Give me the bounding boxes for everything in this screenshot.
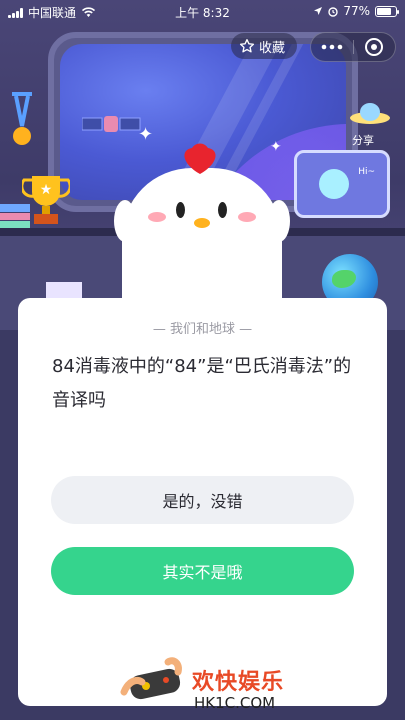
chicken-comb <box>184 143 216 174</box>
more-dots-icon <box>321 44 343 50</box>
answer-option-no[interactable]: 其实不是哦 <box>51 547 354 595</box>
mini-program-capsule <box>310 32 396 62</box>
answer-option-yes[interactable]: 是的，没错 <box>51 476 354 524</box>
close-circle-icon <box>365 38 384 56</box>
alien-character <box>319 169 349 199</box>
satellite-icon <box>82 116 141 132</box>
medal-icon <box>12 92 32 145</box>
location-arrow-icon <box>314 7 323 15</box>
monitor-text: Hi~ <box>358 167 375 177</box>
game-controller-hands-icon <box>120 657 182 700</box>
star-outline-icon <box>239 39 255 53</box>
chicken-cheek-left <box>148 212 166 222</box>
favorite-label: 收藏 <box>259 40 286 56</box>
battery-percent: 77% <box>343 4 370 18</box>
share-button[interactable]: 分享 <box>352 132 374 148</box>
chicken-cheek-right <box>238 212 256 222</box>
chicken-wing-right <box>268 200 290 242</box>
watermark-title: 欢快娱乐 <box>192 670 285 695</box>
chicken-eye-right <box>218 202 227 218</box>
battery-icon <box>375 5 399 17</box>
alarm-icon <box>328 6 339 17</box>
ufo-icon <box>350 103 390 124</box>
battery-level <box>377 7 391 15</box>
watermark-url: HK1C.COM <box>194 694 276 712</box>
watermark: 欢快娱乐 HK1C.COM <box>118 640 318 720</box>
chicken-eye-left <box>176 202 185 218</box>
more-button[interactable] <box>311 33 353 61</box>
question-text: 84消毒液中的“84”是“巴氏消毒法”的音译吗 <box>52 356 352 411</box>
close-mini-program-button[interactable] <box>354 33 396 61</box>
svg-text:★: ★ <box>40 182 53 198</box>
status-bar: 中国联通 上午 8:32 77% <box>0 0 405 22</box>
monitor-screen: Hi~ <box>294 150 390 218</box>
books-stack <box>0 204 30 228</box>
favorite-button[interactable]: 收藏 <box>231 33 298 59</box>
status-right: 77% <box>313 4 399 18</box>
chicken-wing-left <box>114 200 136 242</box>
question-category: — 我们和地球 — <box>152 322 253 337</box>
chicken-beak <box>194 218 210 228</box>
